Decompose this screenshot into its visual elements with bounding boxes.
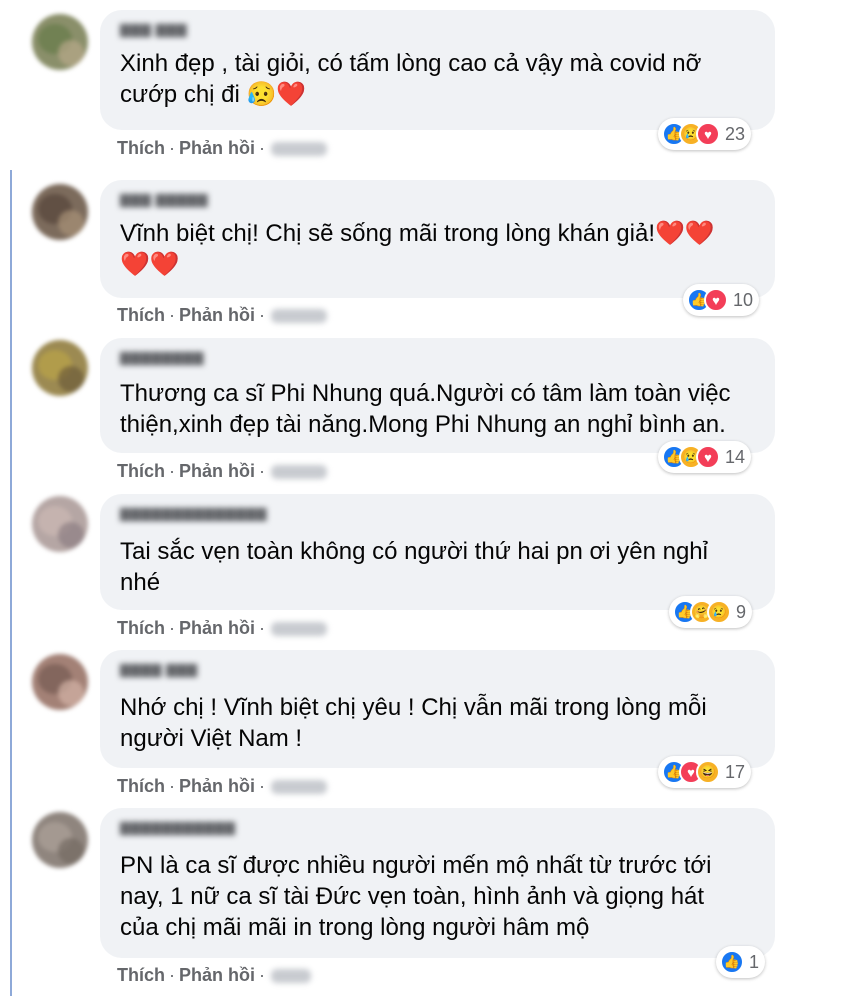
reaction-summary[interactable]: 👍 1 bbox=[716, 946, 766, 978]
comment-text: Vĩnh biệt chị! Chị sẽ sống mãi trong lòn… bbox=[120, 220, 715, 278]
like-link[interactable]: Thích bbox=[117, 776, 165, 796]
comment-actions: Thích · Phản hồi · bbox=[117, 965, 311, 986]
reply-link[interactable]: Phản hồi bbox=[179, 618, 255, 638]
author-name-redacted[interactable]: ▇▇▇▇▇▇▇▇▇▇▇▇▇▇ bbox=[120, 506, 267, 521]
comment-item: ▇▇▇ ▇▇▇ Xinh đẹp , tài giỏi, có tấm lòng… bbox=[0, 0, 852, 160]
author-name-redacted[interactable]: ▇▇▇ ▇▇▇ bbox=[120, 22, 187, 37]
comment-actions: Thích · Phản hồi · bbox=[117, 461, 327, 482]
author-name-redacted[interactable]: ▇▇▇▇ ▇▇▇ bbox=[120, 662, 198, 677]
comment-bubble: ▇▇▇ ▇▇▇▇▇ Vĩnh biệt chị! Chị sẽ sống mãi… bbox=[100, 180, 775, 298]
reaction-summary[interactable]: 👍 😢 ♥ 14 bbox=[658, 441, 752, 473]
timestamp-redacted[interactable] bbox=[271, 465, 327, 480]
author-name-redacted[interactable]: ▇▇▇▇▇▇▇▇ bbox=[120, 350, 204, 365]
reply-link[interactable]: Phản hồi bbox=[179, 138, 255, 158]
love-icon: ♥ bbox=[696, 445, 720, 469]
comment-item: ▇▇▇▇▇▇▇▇▇▇▇▇▇▇ Tai sắc vẹn toàn không có… bbox=[0, 484, 852, 644]
reply-link[interactable]: Phản hồi bbox=[179, 776, 255, 796]
comment-item: ▇▇▇ ▇▇▇▇▇ Vĩnh biệt chị! Chị sẽ sống mãi… bbox=[0, 170, 852, 330]
like-link[interactable]: Thích bbox=[117, 461, 165, 481]
avatar[interactable] bbox=[32, 184, 88, 240]
timestamp-redacted[interactable] bbox=[271, 969, 311, 984]
love-icon: ♥ bbox=[704, 288, 728, 312]
comment-item: ▇▇▇▇▇▇▇▇ Thương ca sĩ Phi Nhung quá.Ngườ… bbox=[0, 328, 852, 488]
comment-text: Xinh đẹp , tài giỏi, có tấm lòng cao cả … bbox=[120, 50, 702, 108]
avatar[interactable] bbox=[32, 496, 88, 552]
comment-bubble: ▇▇▇▇▇▇▇▇ Thương ca sĩ Phi Nhung quá.Ngườ… bbox=[100, 338, 775, 453]
avatar[interactable] bbox=[32, 14, 88, 70]
comment-bubble: ▇▇▇▇ ▇▇▇ Nhớ chị ! Vĩnh biệt chị yêu ! C… bbox=[100, 650, 775, 768]
haha-icon: 😆 bbox=[696, 760, 720, 784]
reply-link[interactable]: Phản hồi bbox=[179, 461, 255, 481]
comment-text: Nhớ chị ! Vĩnh biệt chị yêu ! Chị vẫn mã… bbox=[120, 694, 707, 752]
reaction-count: 1 bbox=[749, 951, 760, 972]
comment-text: Tai sắc vẹn toàn không có người thứ hai … bbox=[120, 538, 708, 596]
comment-item: ▇▇▇▇▇▇▇▇▇▇▇ PN là ca sĩ được nhiều người… bbox=[0, 798, 852, 996]
comment-actions: Thích · Phản hồi · bbox=[117, 618, 327, 639]
reaction-summary[interactable]: 👍 ♥ 😆 17 bbox=[658, 756, 752, 788]
author-name-redacted[interactable]: ▇▇▇▇▇▇▇▇▇▇▇ bbox=[120, 820, 235, 835]
comment-bubble: ▇▇▇▇▇▇▇▇▇▇▇▇▇▇ Tai sắc vẹn toàn không có… bbox=[100, 494, 775, 610]
avatar[interactable] bbox=[32, 340, 88, 396]
timestamp-redacted[interactable] bbox=[271, 142, 327, 157]
comment-actions: Thích · Phản hồi · bbox=[117, 776, 327, 797]
comment-text: PN là ca sĩ được nhiều người mến mộ nhất… bbox=[120, 852, 712, 941]
reaction-count: 10 bbox=[733, 289, 754, 310]
love-icon: ♥ bbox=[696, 122, 720, 146]
avatar[interactable] bbox=[32, 812, 88, 868]
like-icon: 👍 bbox=[720, 950, 744, 974]
timestamp-redacted[interactable] bbox=[271, 309, 327, 324]
reaction-count: 17 bbox=[725, 761, 746, 782]
like-link[interactable]: Thích bbox=[117, 965, 165, 985]
like-link[interactable]: Thích bbox=[117, 618, 165, 638]
author-name-redacted[interactable]: ▇▇▇ ▇▇▇▇▇ bbox=[120, 192, 208, 207]
like-link[interactable]: Thích bbox=[117, 305, 165, 325]
reply-link[interactable]: Phản hồi bbox=[179, 965, 255, 985]
sad-icon: 😢 bbox=[707, 600, 731, 624]
reaction-summary[interactable]: 👍 ♥ 10 bbox=[683, 284, 760, 316]
comment-actions: Thích · Phản hồi · bbox=[117, 138, 327, 159]
like-link[interactable]: Thích bbox=[117, 138, 165, 158]
comment-item: ▇▇▇▇ ▇▇▇ Nhớ chị ! Vĩnh biệt chị yêu ! C… bbox=[0, 640, 852, 800]
timestamp-redacted[interactable] bbox=[271, 622, 327, 637]
reaction-count: 23 bbox=[725, 123, 746, 144]
reaction-count: 9 bbox=[736, 601, 747, 622]
comment-bubble: ▇▇▇ ▇▇▇ Xinh đẹp , tài giỏi, có tấm lòng… bbox=[100, 10, 775, 130]
reply-link[interactable]: Phản hồi bbox=[179, 305, 255, 325]
comment-actions: Thích · Phản hồi · bbox=[117, 305, 327, 326]
timestamp-redacted[interactable] bbox=[271, 780, 327, 795]
comment-text: Thương ca sĩ Phi Nhung quá.Người có tâm … bbox=[120, 380, 731, 438]
reaction-summary[interactable]: 👍 😢 ♥ 23 bbox=[658, 118, 752, 150]
reaction-summary[interactable]: 👍 🤗 😢 9 bbox=[669, 596, 753, 628]
avatar[interactable] bbox=[32, 654, 88, 710]
comment-bubble: ▇▇▇▇▇▇▇▇▇▇▇ PN là ca sĩ được nhiều người… bbox=[100, 808, 775, 958]
reaction-count: 14 bbox=[725, 446, 746, 467]
